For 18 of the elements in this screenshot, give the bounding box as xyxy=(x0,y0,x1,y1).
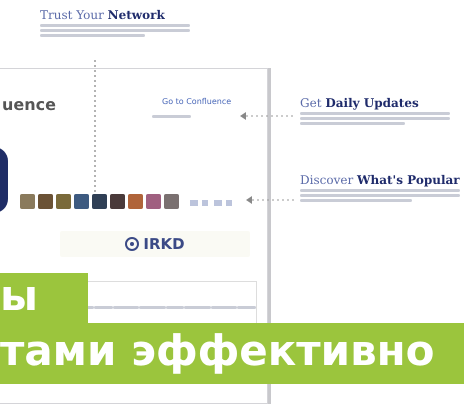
avatar-placeholder xyxy=(38,194,53,209)
avatar-placeholder xyxy=(20,194,35,209)
logo-text: IRKD xyxy=(143,235,185,253)
leader-arrow xyxy=(246,196,296,204)
callout-title: Get Daily Updates xyxy=(300,96,420,110)
avatar-placeholder xyxy=(56,194,71,209)
logo-icon xyxy=(125,237,140,251)
avatar-placeholder xyxy=(128,194,143,209)
avatar-placeholder xyxy=(92,194,107,209)
confluence-link[interactable]: Go to Confluence xyxy=(162,97,232,106)
avatar-placeholder xyxy=(110,194,125,209)
callout-title: Trust Your Network xyxy=(40,8,166,22)
brand-name: uence xyxy=(2,95,56,114)
avatar-placeholder xyxy=(164,194,179,209)
avatar-placeholder xyxy=(146,194,161,209)
avatar-placeholder xyxy=(74,194,89,209)
leader-arrow xyxy=(240,112,296,120)
callout-title: Discover What's Popular xyxy=(300,173,460,187)
